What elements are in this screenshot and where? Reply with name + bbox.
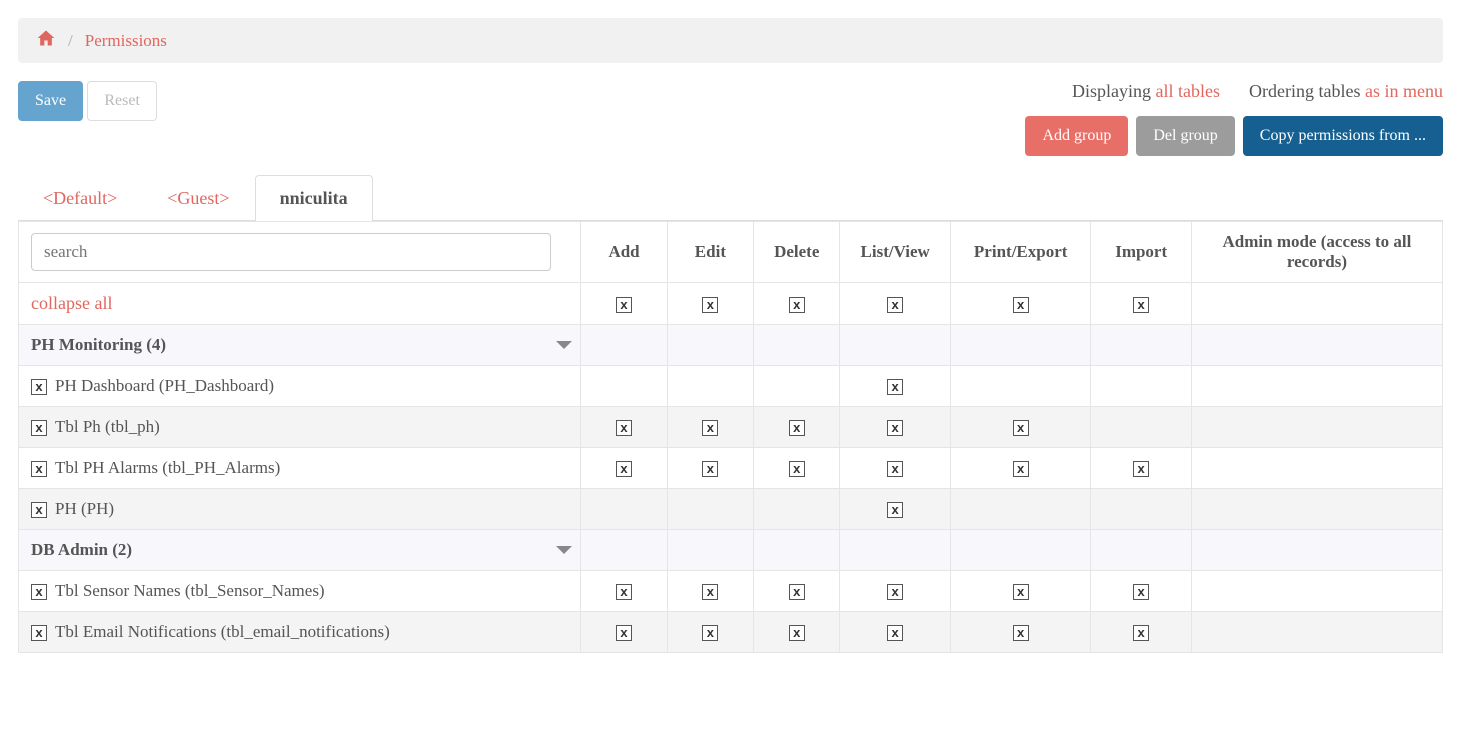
search-input[interactable] bbox=[31, 233, 551, 271]
left-toolbar: Save Reset bbox=[18, 81, 157, 121]
home-icon bbox=[36, 28, 56, 48]
add-group-button[interactable]: Add group bbox=[1025, 116, 1128, 156]
row-checkbox[interactable] bbox=[31, 379, 47, 395]
del-group-button[interactable]: Del group bbox=[1136, 116, 1234, 156]
breadcrumb-current[interactable]: Permissions bbox=[85, 31, 167, 51]
header-print-checkbox[interactable] bbox=[1013, 297, 1029, 313]
table-row-label: PH (PH) bbox=[55, 499, 114, 518]
ordering-label: Ordering tables bbox=[1249, 81, 1365, 101]
copy-permissions-button[interactable]: Copy permissions from ... bbox=[1243, 116, 1443, 156]
col-import: Import bbox=[1091, 222, 1191, 283]
perm-list-checkbox[interactable] bbox=[887, 502, 903, 518]
table-row-label: Tbl Sensor Names (tbl_Sensor_Names) bbox=[55, 581, 325, 600]
chevron-down-icon[interactable] bbox=[556, 341, 572, 349]
perm-print-checkbox[interactable] bbox=[1013, 625, 1029, 641]
col-edit: Edit bbox=[667, 222, 753, 283]
table-row-label: Tbl Email Notifications (tbl_email_notif… bbox=[55, 622, 390, 641]
tabs: <Default><Guest>nniculita bbox=[18, 174, 1443, 221]
perm-add-checkbox[interactable] bbox=[616, 584, 632, 600]
ordering-value[interactable]: as in menu bbox=[1365, 81, 1443, 101]
tab-1[interactable]: <Guest> bbox=[142, 175, 254, 221]
header-list-checkbox[interactable] bbox=[887, 297, 903, 313]
perm-add-checkbox[interactable] bbox=[616, 420, 632, 436]
group-name[interactable]: DB Admin (2) bbox=[31, 540, 132, 560]
perm-import-checkbox[interactable] bbox=[1133, 461, 1149, 477]
chevron-down-icon[interactable] bbox=[556, 546, 572, 554]
perm-edit-checkbox[interactable] bbox=[702, 584, 718, 600]
perm-list-checkbox[interactable] bbox=[887, 461, 903, 477]
header-edit-checkbox[interactable] bbox=[702, 297, 718, 313]
perm-add-checkbox[interactable] bbox=[616, 461, 632, 477]
perm-delete-checkbox[interactable] bbox=[789, 625, 805, 641]
col-delete: Delete bbox=[754, 222, 840, 283]
perm-delete-checkbox[interactable] bbox=[789, 584, 805, 600]
reset-button[interactable]: Reset bbox=[87, 81, 157, 121]
row-checkbox[interactable] bbox=[31, 461, 47, 477]
perm-delete-checkbox[interactable] bbox=[789, 420, 805, 436]
home-link[interactable] bbox=[36, 28, 56, 53]
table-row-label: Tbl PH Alarms (tbl_PH_Alarms) bbox=[55, 458, 280, 477]
group-name[interactable]: PH Monitoring (4) bbox=[31, 335, 166, 355]
perm-list-checkbox[interactable] bbox=[887, 420, 903, 436]
permissions-table: Add Edit Delete List/View Print/Export I… bbox=[18, 221, 1443, 653]
perm-edit-checkbox[interactable] bbox=[702, 461, 718, 477]
save-button[interactable]: Save bbox=[18, 81, 83, 121]
displaying-label: Displaying bbox=[1072, 81, 1156, 101]
perm-import-checkbox[interactable] bbox=[1133, 584, 1149, 600]
perm-edit-checkbox[interactable] bbox=[702, 420, 718, 436]
row-checkbox[interactable] bbox=[31, 502, 47, 518]
breadcrumb: / Permissions bbox=[18, 18, 1443, 63]
perm-print-checkbox[interactable] bbox=[1013, 420, 1029, 436]
perm-list-checkbox[interactable] bbox=[887, 379, 903, 395]
breadcrumb-separator: / bbox=[68, 31, 73, 51]
tab-0[interactable]: <Default> bbox=[18, 175, 142, 221]
col-add: Add bbox=[581, 222, 667, 283]
perm-delete-checkbox[interactable] bbox=[789, 461, 805, 477]
col-listview: List/View bbox=[840, 222, 950, 283]
col-printexport: Print/Export bbox=[950, 222, 1091, 283]
perm-list-checkbox[interactable] bbox=[887, 625, 903, 641]
perm-print-checkbox[interactable] bbox=[1013, 461, 1029, 477]
table-row-label: PH Dashboard (PH_Dashboard) bbox=[55, 376, 274, 395]
row-checkbox[interactable] bbox=[31, 625, 47, 641]
row-checkbox[interactable] bbox=[31, 420, 47, 436]
perm-import-checkbox[interactable] bbox=[1133, 625, 1149, 641]
header-delete-checkbox[interactable] bbox=[789, 297, 805, 313]
tab-2[interactable]: nniculita bbox=[255, 175, 373, 221]
perm-print-checkbox[interactable] bbox=[1013, 584, 1029, 600]
perm-list-checkbox[interactable] bbox=[887, 584, 903, 600]
perm-edit-checkbox[interactable] bbox=[702, 625, 718, 641]
row-checkbox[interactable] bbox=[31, 584, 47, 600]
right-toolbar: Displaying all tables Ordering tables as… bbox=[1025, 81, 1443, 156]
header-add-checkbox[interactable] bbox=[616, 297, 632, 313]
collapse-all-link[interactable]: collapse all bbox=[31, 293, 112, 313]
header-import-checkbox[interactable] bbox=[1133, 297, 1149, 313]
perm-add-checkbox[interactable] bbox=[616, 625, 632, 641]
col-admin: Admin mode (access to all records) bbox=[1191, 222, 1442, 283]
displaying-value[interactable]: all tables bbox=[1156, 81, 1220, 101]
table-row-label: Tbl Ph (tbl_ph) bbox=[55, 417, 160, 436]
